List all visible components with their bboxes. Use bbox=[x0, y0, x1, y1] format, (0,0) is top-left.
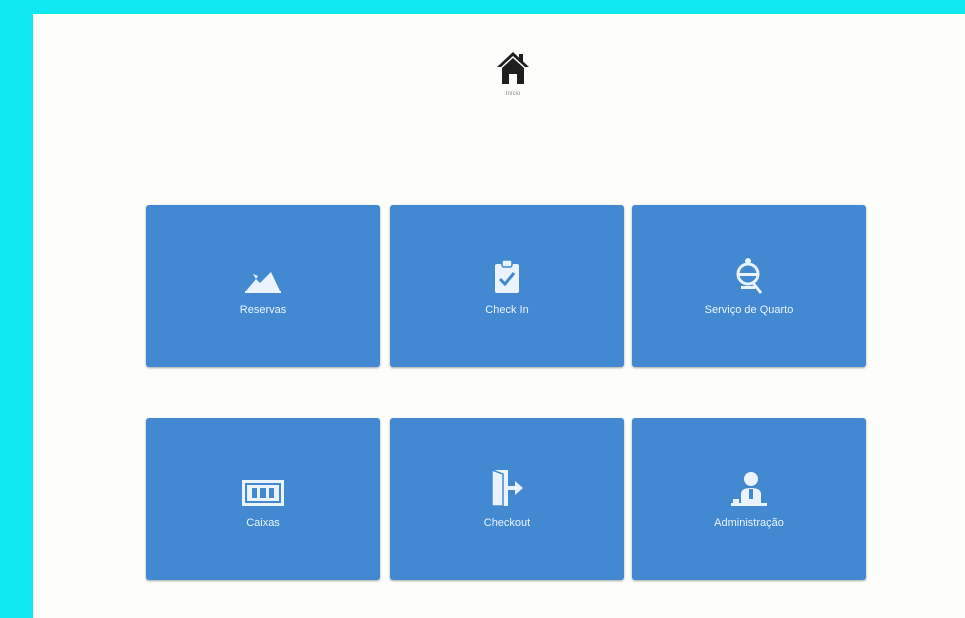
exit-door-icon bbox=[491, 468, 523, 507]
tile-label: Reservas bbox=[239, 304, 287, 316]
admin-user-icon bbox=[731, 472, 767, 506]
room-service-icon bbox=[736, 258, 763, 294]
tile-label: Serviço de Quarto bbox=[704, 304, 794, 316]
tile-label: Administração bbox=[714, 517, 784, 529]
tile-caixas[interactable]: Caixas bbox=[146, 418, 380, 580]
cash-icon bbox=[242, 480, 284, 506]
tile-administracao[interactable]: Administração bbox=[632, 418, 866, 580]
reservations-icon bbox=[245, 272, 281, 293]
tile-check-in[interactable]: Check In bbox=[390, 205, 624, 367]
tile-checkout[interactable]: Checkout bbox=[390, 418, 624, 580]
clipboard-check-icon bbox=[495, 259, 519, 293]
tile-label: Check In bbox=[485, 304, 529, 316]
home-icon bbox=[497, 52, 529, 84]
main-panel: Início Reservas Check In Serviço de Quar… bbox=[33, 14, 965, 618]
tile-servico-de-quarto[interactable]: Serviço de Quarto bbox=[632, 205, 866, 367]
home-label: Início bbox=[505, 91, 521, 97]
tile-label: Caixas bbox=[246, 517, 280, 529]
tile-label: Checkout bbox=[483, 517, 531, 529]
tile-reservas[interactable]: Reservas bbox=[146, 205, 380, 367]
home-button[interactable]: Início bbox=[478, 50, 548, 98]
